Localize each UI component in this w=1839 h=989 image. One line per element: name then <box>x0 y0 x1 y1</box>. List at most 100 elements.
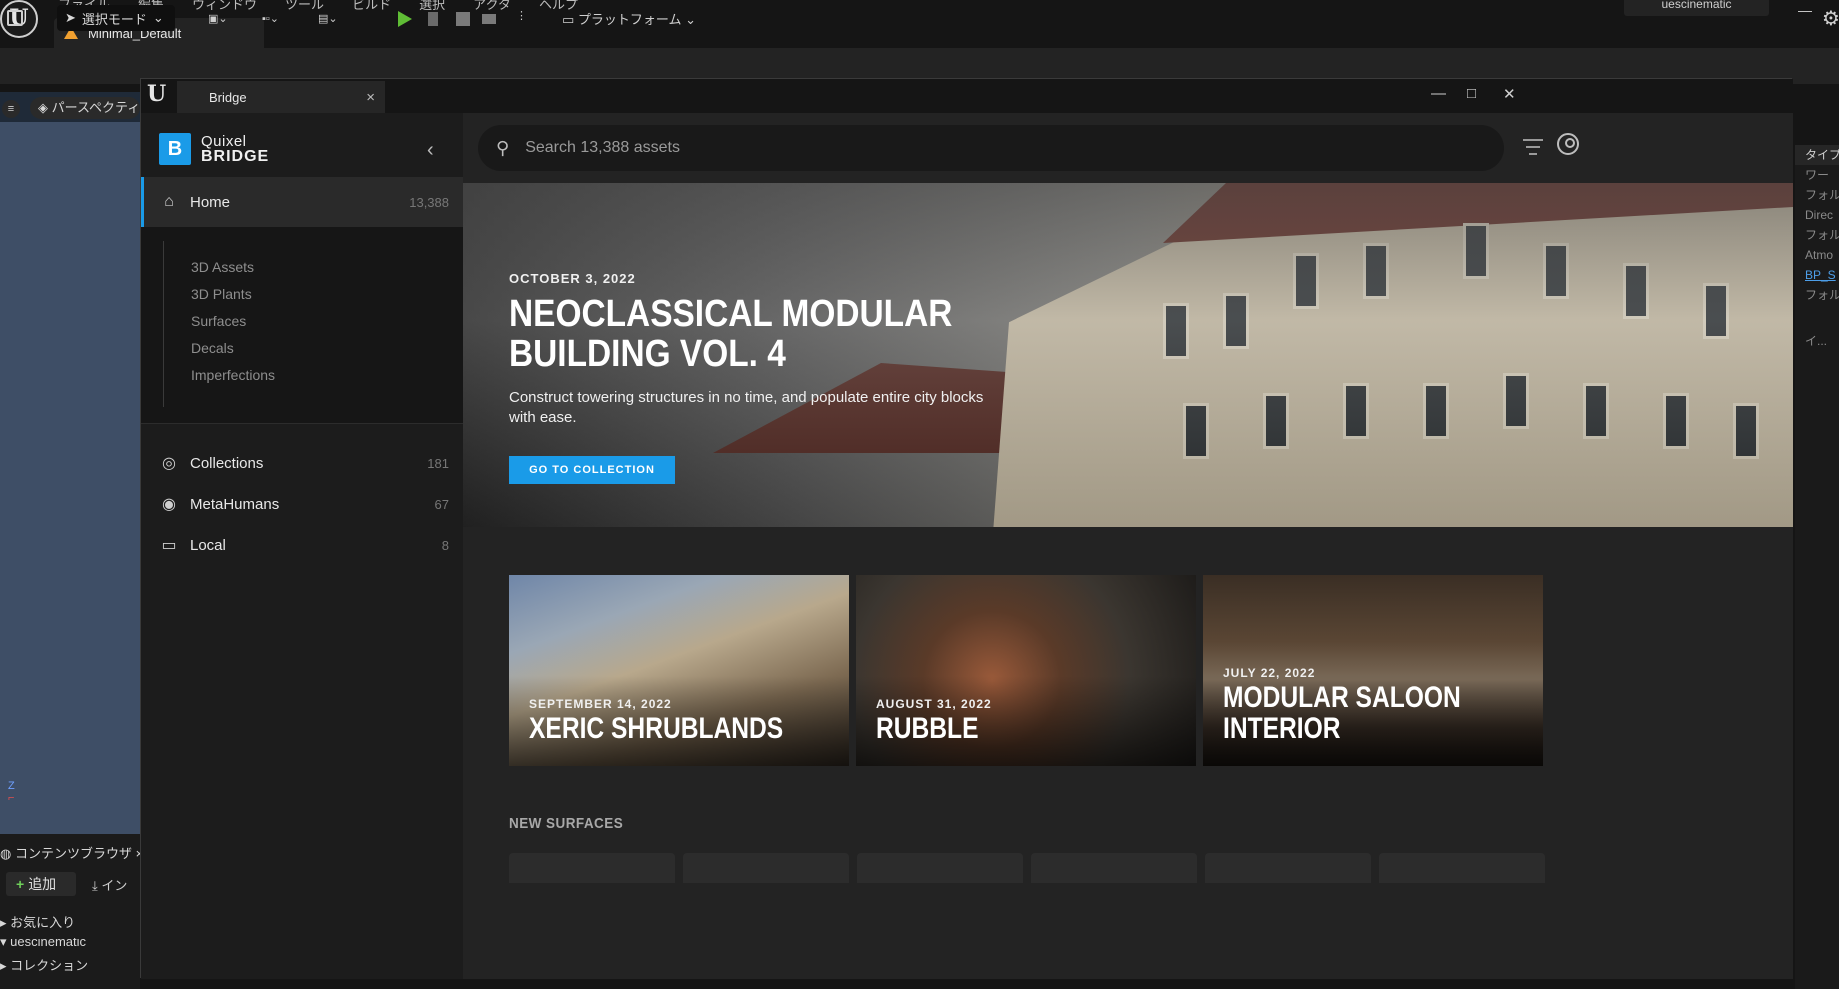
outliner-type-header[interactable]: タイプ <box>1795 145 1839 165</box>
add-button[interactable]: + 追加 <box>6 872 76 896</box>
brand-bridge: BRIDGE <box>201 148 270 165</box>
outliner-item[interactable]: ワー <box>1795 165 1839 185</box>
content-browser-tab[interactable]: ◍ コンテンツブラウザ × <box>0 843 143 862</box>
blueprint-icon[interactable]: ▪▫⌄ <box>262 12 279 25</box>
caret-right-icon: ▸ <box>0 915 11 930</box>
collection-card[interactable]: SEPTEMBER 14, 2022 XERIC SHRUBLANDS <box>509 575 849 766</box>
outliner-item-link[interactable]: BP_S <box>1795 265 1839 285</box>
minimize-icon[interactable]: — <box>1431 85 1446 102</box>
level-viewport[interactable] <box>0 94 140 834</box>
platform-dropdown[interactable]: ▭ プラットフォーム ⌄ <box>562 9 696 28</box>
nav-imperfections[interactable]: Imperfections <box>191 367 275 383</box>
bridge-sidebar: B Quixel BRIDGE ‹ ⌂ Home 13,388 3D Asset… <box>141 113 463 979</box>
import-icon: ⤓ <box>92 878 102 893</box>
axis-gizmo-icon: Z ⌐ <box>8 780 15 804</box>
search-input[interactable] <box>525 139 1426 157</box>
search-bar[interactable]: ⚲ <box>478 125 1504 171</box>
menu-build[interactable]: ビルド <box>352 0 391 13</box>
favorites-row[interactable]: ▸ お気に入り <box>0 912 75 931</box>
user-badge[interactable]: uescinematic <box>1624 0 1769 16</box>
nav-collections-label: Collections <box>190 454 264 472</box>
import-button[interactable]: ⤓ イン <box>92 875 127 894</box>
outliner-item[interactable]: Direc <box>1795 205 1839 225</box>
account-icon[interactable] <box>1557 133 1579 155</box>
content-browser-label: コンテンツブラウザ <box>14 846 132 861</box>
chevron-down-icon: ⌄ <box>152 10 164 25</box>
outliner-item[interactable]: Atmo <box>1795 245 1839 265</box>
card-title: MODULAR SALOON INTERIOR <box>1223 682 1502 744</box>
nav-home-label: Home <box>190 193 231 211</box>
save-icon[interactable] <box>7 10 23 26</box>
collections-row[interactable]: ▸ コレクション <box>0 955 88 974</box>
nav-metahumans-count: 67 <box>434 496 449 512</box>
surface-thumbnail[interactable] <box>1031 853 1197 883</box>
editor-minimize-button[interactable]: — <box>1798 2 1812 18</box>
collection-card[interactable]: JULY 22, 2022 MODULAR SALOON INTERIOR <box>1203 575 1543 766</box>
surface-thumbnail[interactable] <box>1205 853 1371 883</box>
surface-thumbnail[interactable] <box>857 853 1023 883</box>
cinematics-icon[interactable]: ▤⌄ <box>318 12 338 25</box>
globe-icon: ◎ <box>162 455 176 472</box>
outliner-item[interactable]: フォル <box>1795 185 1839 205</box>
bridge-window: U Bridge × — □ ✕ B Quixel BRIDGE ‹ ⌂ Hom… <box>140 78 1793 979</box>
menu-actor[interactable]: アクタ <box>473 0 511 13</box>
card-title: RUBBLE <box>876 712 979 745</box>
outliner-item[interactable]: フォル <box>1795 225 1839 245</box>
bridge-logo-icon: B <box>159 133 191 165</box>
nav-3d-plants[interactable]: 3D Plants <box>191 286 252 302</box>
outliner-panel: タイプ ワー フォル Direc フォル Atmo BP_S フォル イ... <box>1795 145 1839 989</box>
surface-thumbnail[interactable] <box>683 853 849 883</box>
selection-mode-label: 選択モード <box>81 11 147 27</box>
project-row[interactable]: ▾ uescinematic <box>0 938 86 948</box>
more-options-icon[interactable]: ⋮ <box>516 9 527 22</box>
nav-local[interactable]: ▭ Local 8 <box>141 521 463 569</box>
viewport-menu-icon[interactable]: ≡ <box>2 100 20 118</box>
card-text: SEPTEMBER 14, 2022 XERIC SHRUBLANDS <box>529 697 839 744</box>
card-text: AUGUST 31, 2022 RUBBLE <box>876 697 1001 744</box>
collection-card[interactable]: AUGUST 31, 2022 RUBBLE <box>856 575 1196 766</box>
nav-home[interactable]: ⌂ Home 13,388 <box>141 177 463 227</box>
step-icon[interactable] <box>428 12 438 26</box>
plus-icon: + <box>16 876 25 892</box>
collections-tree-label: コレクション <box>10 958 89 973</box>
hero-text: OCTOBER 3, 2022 NEOCLASSICAL MODULAR BUI… <box>509 271 1069 484</box>
new-surfaces-heading: NEW SURFACES <box>509 815 624 832</box>
person-circle-icon: ◉ <box>162 496 176 513</box>
bridge-tab-label: Bridge <box>209 89 247 105</box>
selection-mode-dropdown[interactable]: ➤ 選択モード ⌄ <box>57 5 175 31</box>
viewport-perspective-button[interactable]: ◈ パースペクティ <box>30 97 140 119</box>
filter-icon[interactable] <box>1523 139 1543 160</box>
close-window-icon[interactable]: ✕ <box>1503 85 1516 103</box>
card-date: AUGUST 31, 2022 <box>876 697 992 711</box>
outliner-item[interactable]: フォル <box>1795 285 1839 305</box>
hero-banner[interactable]: OCTOBER 3, 2022 NEOCLASSICAL MODULAR BUI… <box>463 183 1793 527</box>
stop-icon[interactable] <box>456 12 470 26</box>
surface-thumbnail[interactable] <box>509 853 675 883</box>
hero-description: Construct towering structures in no time… <box>509 389 984 426</box>
nav-decals[interactable]: Decals <box>191 340 234 356</box>
hero-date: OCTOBER 3, 2022 <box>509 271 636 286</box>
bridge-main: ⚲ OCT <box>463 113 1793 979</box>
home-subnav: 3D Assets 3D Plants Surfaces Decals Impe… <box>141 227 463 423</box>
import-label: イン <box>101 878 128 893</box>
monitor-icon: ▭ <box>161 537 177 554</box>
go-to-collection-button[interactable]: GO TO COLLECTION <box>509 456 675 484</box>
add-actor-icon[interactable]: ▣⌄ <box>208 12 228 25</box>
card-title-text: MODULAR SALOON INTERIOR <box>1223 681 1461 745</box>
nav-metahumans-label: MetaHumans <box>190 495 280 513</box>
play-icon[interactable] <box>398 11 412 27</box>
nav-3d-assets[interactable]: 3D Assets <box>191 259 254 275</box>
surface-thumbnail[interactable] <box>1379 853 1545 883</box>
search-icon: ⚲ <box>496 137 510 158</box>
perspective-label: パースペクティ <box>51 100 140 115</box>
collapse-sidebar-icon[interactable]: ‹ <box>427 139 434 162</box>
bridge-tab[interactable]: Bridge × <box>177 81 385 113</box>
home-icon: ⌂ <box>164 193 174 210</box>
close-tab-icon[interactable]: × <box>366 89 375 106</box>
card-title: XERIC SHRUBLANDS <box>529 712 784 745</box>
nav-surfaces[interactable]: Surfaces <box>191 313 246 329</box>
maximize-icon[interactable]: □ <box>1467 85 1476 102</box>
settings-gear-icon[interactable]: ⚙ <box>1822 6 1839 31</box>
eject-icon[interactable] <box>482 14 496 24</box>
nav-local-label: Local <box>190 536 226 554</box>
